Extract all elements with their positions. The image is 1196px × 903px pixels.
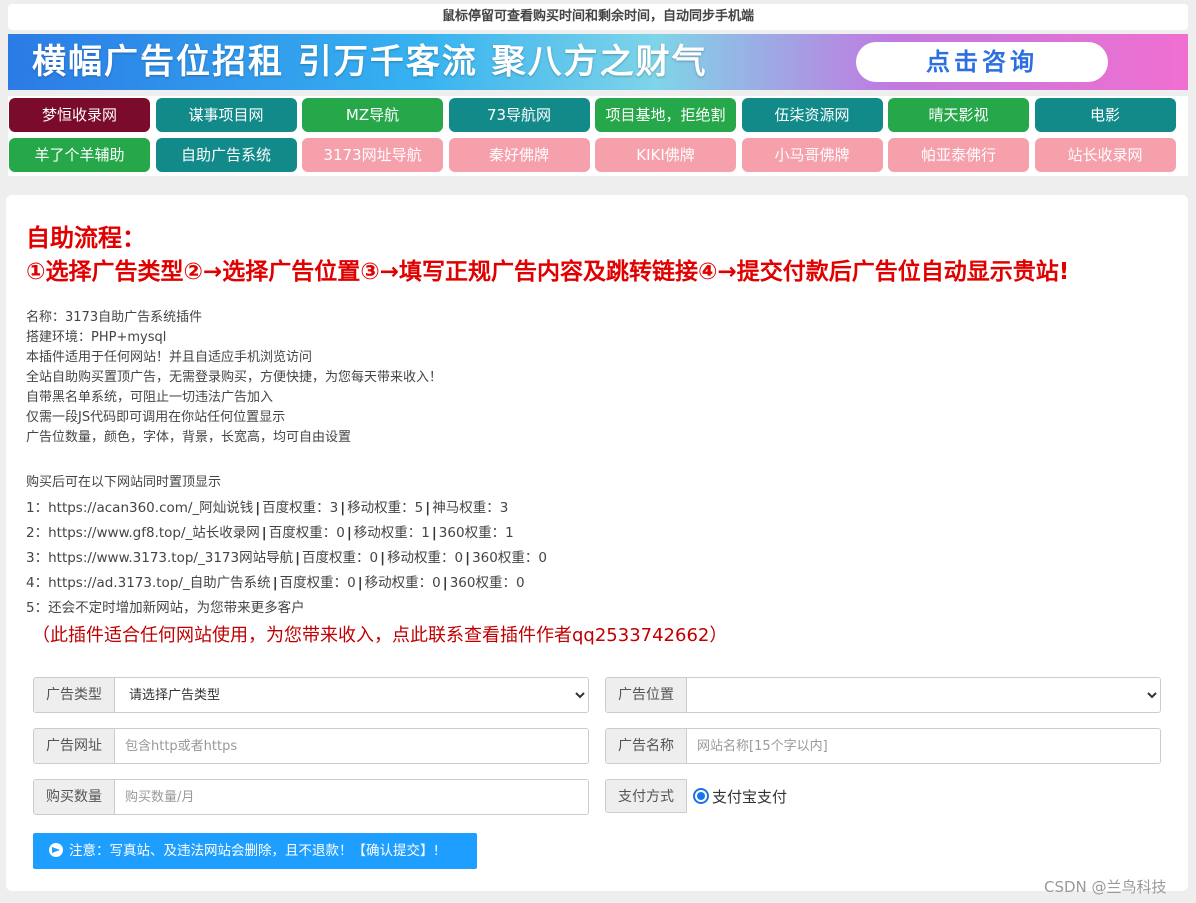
site-name[interactable]: _自助广告系统 (183, 575, 271, 591)
main-card: 自助流程： ①选择广告类型②→选择广告位置③→填写正规广告内容及跳转链接④→提交… (6, 195, 1188, 891)
info-line: 自带黑名单系统，可阻止一切违法广告加入 (26, 390, 274, 405)
friend-link-button[interactable]: 伍柒资源网 (741, 98, 883, 132)
site-row: 2：https://www.gf8.top/_站长收录网 | 百度权重：0 | 移动权重… (26, 523, 514, 543)
ad-type-label: 广告类型 (34, 678, 115, 712)
ad-name-input[interactable] (687, 729, 1160, 763)
consult-button[interactable]: 点击咨询 (856, 42, 1108, 82)
ad-url-label: 广告网址 (34, 729, 115, 763)
quantity-input[interactable] (115, 780, 588, 814)
site-row: 4：https://ad.3173.top/_自助广告系统 | 百度权重：0 | 移动权… (26, 573, 525, 593)
separator: | (261, 525, 267, 541)
watermark: CSDN @兰鸟科技 (1044, 878, 1167, 896)
friend-link-button[interactable]: 站长收录网 (1034, 138, 1176, 172)
site-url[interactable]: https://www.gf8.top/ (48, 525, 185, 541)
site-weight: 百度权重：0 (279, 575, 356, 591)
info-line: 搭建环境：PHP+mysql (26, 330, 167, 345)
banner-text: 横幅广告位招租 引万千客流 聚八方之财气 (32, 42, 708, 82)
friend-link-button[interactable]: 73导航网 (448, 98, 590, 132)
site-weight: 百度权重：0 (302, 550, 379, 566)
payment-option-label[interactable]: 支付宝支付 (712, 786, 787, 807)
ad-position-field: 广告位置 (605, 677, 1161, 713)
payment-field: 支付方式 支付宝支付 (605, 779, 1159, 813)
site-prefix: 3： (26, 550, 49, 566)
friend-link-button[interactable]: 项目基地，拒绝割 (595, 98, 736, 132)
separator: | (346, 525, 352, 541)
separator: | (357, 575, 363, 591)
site-prefix: 4： (26, 575, 49, 591)
friend-link-button[interactable]: 自助广告系统 (155, 138, 297, 172)
info-line: 仅需一段JS代码即可调用在你站任何位置显示 (26, 410, 286, 425)
site-weight: 移动权重：5 (347, 500, 424, 516)
submit-label: 注意：写真站、及违法网站会删除，且不退款！【确认提交】! (69, 843, 439, 859)
friend-link-button[interactable]: 秦好佛牌 (448, 138, 590, 172)
site-url[interactable]: https://www.3173.top/ (48, 550, 198, 566)
friend-link-button[interactable]: 谋事项目网 (155, 98, 297, 132)
friend-link-button[interactable]: 梦恒收录网 (9, 98, 150, 132)
site-name[interactable]: _3173网站导航 (198, 550, 293, 566)
separator: | (295, 550, 301, 566)
ad-position-label: 广告位置 (606, 678, 687, 712)
separator: | (255, 500, 261, 516)
flow-title: 自助流程： (26, 224, 146, 252)
send-icon (49, 842, 63, 857)
submit-button[interactable]: 注意：写真站、及违法网站会删除，且不退款！【确认提交】! (33, 833, 477, 869)
ad-url-field: 广告网址 (33, 728, 589, 764)
site-name[interactable]: _站长收录网 (186, 525, 260, 541)
site-row: 1：https://acan360.com/_阿灿说钱 | 百度权重：3 | 移动权重：… (26, 498, 508, 518)
friend-link-button[interactable]: 晴天影视 (888, 98, 1029, 132)
payment-option[interactable]: 支付宝支付 (687, 779, 1159, 813)
site-weight: 移动权重：1 (353, 525, 430, 541)
site-url[interactable]: https://acan360.com/ (48, 500, 192, 516)
separator: | (465, 550, 471, 566)
ad-type-select[interactable]: 请选择广告类型 (115, 678, 588, 712)
friend-link-button[interactable]: 小马哥佛牌 (741, 138, 883, 172)
quantity-label: 购买数量 (34, 780, 115, 814)
quantity-field: 购买数量 (33, 779, 589, 815)
site-weight: 神马权重：3 (432, 500, 509, 516)
friend-link-button[interactable]: 帕亚泰佛行 (888, 138, 1029, 172)
site-weight: 百度权重：0 (268, 525, 345, 541)
separator: | (425, 500, 431, 516)
separator: | (272, 575, 278, 591)
site-row: 3：https://www.3173.top/_3173网站导航 | 百度权重：0 |… (26, 548, 547, 568)
banner-ad[interactable]: 横幅广告位招租 引万千客流 聚八方之财气 点击咨询 (8, 34, 1188, 90)
info-line: 本插件适用于任何网站！并且自适应手机浏览访问 (26, 350, 313, 365)
site-weight: 360权重：0 (449, 575, 525, 591)
site-url[interactable]: https://ad.3173.top/ (48, 575, 183, 591)
ad-name-label: 广告名称 (606, 729, 687, 763)
site-prefix: 2： (26, 525, 49, 541)
site-weight: 百度权重：3 (262, 500, 339, 516)
tip-text: 鼠标停留可查看购买时间和剩余时间，自动同步手机端 (441, 9, 754, 24)
payment-label: 支付方式 (605, 779, 687, 813)
flow-steps: ①选择广告类型②→选择广告位置③→填写正规广告内容及跳转链接④→提交付款后广告位… (26, 259, 1070, 285)
friend-link-button[interactable]: 3173网址导航 (302, 138, 443, 172)
site-weight: 360权重：0 (472, 550, 547, 566)
info-line: 名称：3173自助广告系统插件 (26, 310, 203, 325)
ad-position-select[interactable] (687, 678, 1160, 712)
friend-link-button[interactable]: 羊了个羊辅助 (9, 138, 150, 172)
friend-link-button[interactable]: KIKI佛牌 (595, 138, 736, 172)
info-line: 全站自助购买置顶广告，无需登录购买，方便快捷，为您每天带来收入！ (26, 370, 443, 385)
site-weight: 移动权重：0 (387, 550, 464, 566)
tip-bar: 鼠标停留可查看购买时间和剩余时间，自动同步手机端 (8, 4, 1188, 30)
radio-selected-icon[interactable] (693, 788, 709, 804)
separator: | (340, 500, 346, 516)
friend-links: 梦恒收录网 谋事项目网 MZ导航 73导航网 项目基地，拒绝割 伍柒资源网 晴天影视 电影羊了… (8, 96, 1188, 176)
site-weight: 移动权重：0 (364, 575, 441, 591)
sites-intro: 购买后可在以下网站同时置顶显示 (26, 475, 222, 490)
friend-link-button[interactable]: MZ导航 (302, 98, 443, 132)
separator: | (380, 550, 386, 566)
separator: | (442, 575, 448, 591)
separator: | (431, 525, 437, 541)
site-prefix: 1： (26, 500, 49, 516)
site-name[interactable]: _阿灿说钱 (192, 500, 253, 516)
site-weight: 360权重：1 (438, 525, 514, 541)
ad-name-field: 广告名称 (605, 728, 1161, 764)
sites-more: 5：还会不定时增加新网站，为您带来更多客户 (26, 600, 305, 616)
ad-url-input[interactable] (115, 729, 588, 763)
friend-link-button[interactable]: 电影 (1034, 98, 1176, 132)
contact-author-link[interactable]: （此插件适合任何网站使用，为您带来收入，点此联系查看插件作者qq25337426… (32, 621, 727, 647)
info-line: 广告位数量，颜色，字体，背景，长宽高，均可自由设置 (26, 430, 352, 445)
ad-type-field: 广告类型 请选择广告类型 (33, 677, 589, 713)
